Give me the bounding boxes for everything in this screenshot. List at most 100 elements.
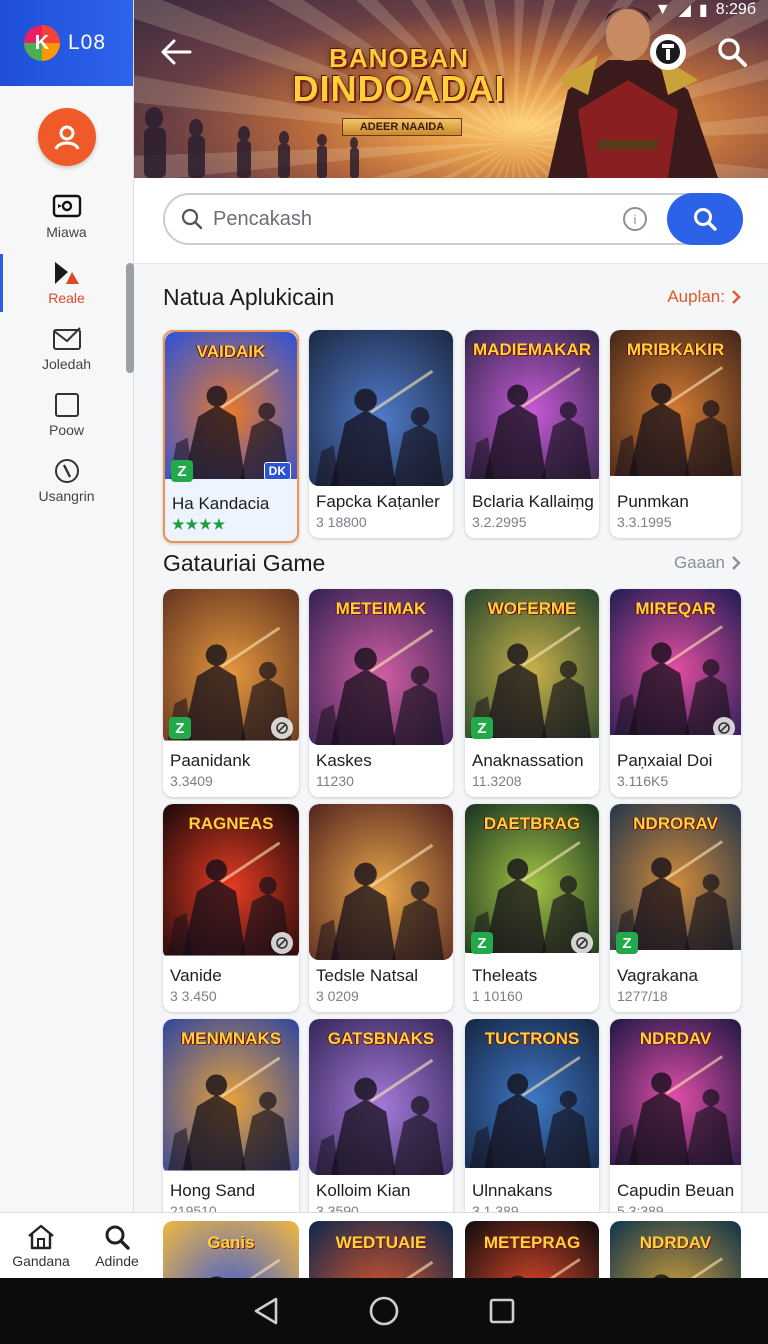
- app-card-thumbnail: [309, 330, 453, 486]
- app-card-thumbnail: RAGNEAS: [163, 804, 299, 960]
- search-icon: [694, 208, 717, 231]
- app-card[interactable]: WOFERME Z Anaknassation 11.3208: [465, 589, 599, 797]
- header-search-button[interactable]: [714, 34, 750, 70]
- app-card-downloads: 1 10160: [472, 988, 523, 1004]
- banner-title-line2: DINDOADAI: [292, 68, 506, 109]
- app-card-thumbnail: [309, 804, 453, 960]
- app-card[interactable]: NDRDAV Capudin Beuan 5.3:389: [610, 1019, 741, 1212]
- app-card-name: Tedsle Natsal: [316, 966, 419, 985]
- sidebar-scrollbar[interactable]: [126, 263, 134, 373]
- info-icon: [656, 40, 680, 64]
- see-all-link[interactable]: Auplan:: [667, 287, 741, 307]
- app-card-art-title: MENMNAKS: [180, 1029, 282, 1048]
- app-card[interactable]: RAGNEAS Vanide 3 3.450: [163, 804, 299, 1012]
- z-badge-icon: Z: [169, 717, 191, 739]
- peek-card[interactable]: Ganis: [163, 1221, 299, 1279]
- system-navigation-bar: [0, 1278, 768, 1344]
- tab-home[interactable]: Gandana: [4, 1223, 78, 1269]
- corner-badge-icon: [271, 717, 293, 739]
- app-card-name: Bclaria Kallaiṃg: [472, 492, 594, 511]
- game-art-illustration: [309, 330, 453, 486]
- app-card-downloads: 11.3208: [472, 773, 522, 789]
- sidebar-item-label: Usangrin: [38, 488, 95, 504]
- app-card-name: Vagrakana: [617, 966, 698, 985]
- app-card-thumbnail: NDRORAV Z: [610, 804, 741, 960]
- tab-label: Gandana: [12, 1253, 70, 1269]
- app-card-thumbnail: MENMNAKS: [163, 1019, 299, 1175]
- app-card-name: Anaknassation: [472, 751, 584, 770]
- see-all-link[interactable]: Gaaan: [674, 553, 741, 573]
- search-icon: [181, 208, 203, 230]
- brand-logo: K: [24, 25, 60, 61]
- sidebar-item-label: Miawa: [46, 224, 87, 240]
- sidebar-item-joledah[interactable]: Joledah: [0, 316, 133, 382]
- app-card[interactable]: MRIBKAKIR Punmkan 3.3.1995: [610, 330, 741, 538]
- battery-icon: ▮: [698, 2, 708, 19]
- app-card[interactable]: NDRORAV Z Vagrakana 1277/18: [610, 804, 741, 1012]
- info-icon[interactable]: i: [623, 207, 647, 231]
- app-card-downloads: 3.3590: [316, 1203, 359, 1212]
- peek-card[interactable]: NDRDAV: [610, 1221, 741, 1279]
- app-card-thumbnail: MADIEMAKAR: [465, 330, 599, 486]
- status-bar: ▼ ◢ ▮ 8:29б: [655, 0, 756, 20]
- app-card-art-title: GATSBNAKS: [327, 1029, 435, 1048]
- app-card-name: Ulnnakans: [472, 1181, 553, 1200]
- tab-search[interactable]: Adinde: [80, 1223, 154, 1269]
- app-card-name: Punmkan: [617, 492, 689, 511]
- app-card-thumbnail: WOFERME Z: [465, 589, 599, 745]
- app-card[interactable]: GATSBNAKS Kolloim Kian 3.3590: [309, 1019, 453, 1212]
- sidebar-item-miawa[interactable]: Miawa: [0, 184, 133, 250]
- bottom-tab-bar: Gandana Adinde Ganis WEDTUAIE METEPRAG NDRD…: [0, 1212, 768, 1279]
- app-card[interactable]: Z Paanidank 3.3409: [163, 589, 299, 797]
- search-field[interactable]: i: [163, 193, 743, 245]
- app-card[interactable]: Fapcka Kaṭanler 3 18800: [309, 330, 453, 538]
- search-submit-button[interactable]: [667, 193, 743, 245]
- app-card-downloads: 3.116K5: [617, 773, 669, 789]
- recents-square-icon[interactable]: [488, 1297, 516, 1325]
- peek-card[interactable]: WEDTUAIE: [309, 1221, 453, 1279]
- app-card-downloads: 3 3.450: [170, 988, 217, 1004]
- section-title: Natua Aplukicain: [163, 283, 335, 310]
- mail-icon: [52, 326, 82, 352]
- app-card[interactable]: METEIMAK Kaskes 11230: [309, 589, 453, 797]
- app-card-art-title: NDRDAV: [639, 1029, 712, 1048]
- profile-avatar[interactable]: [37, 108, 96, 166]
- sidebar-item-reale[interactable]: Reale: [0, 250, 133, 316]
- see-all-label: Auplan:: [667, 287, 725, 306]
- app-card[interactable]: MENMNAKS Hong Sand 219510: [163, 1019, 299, 1212]
- app-card-name: Ha Kandacia: [172, 494, 270, 513]
- app-card-art-title: VAIDAIK: [196, 342, 266, 361]
- banner-subtitle: ADEER NAAIDA: [342, 118, 462, 136]
- app-card[interactable]: VAIDAIK Z DK Ha Kandacia ★★★★: [163, 330, 299, 543]
- app-card[interactable]: DAETBRAG Z Theleats 1 10160: [465, 804, 599, 1012]
- section-header-apps: Natua Aplukicain Auplan:: [163, 282, 741, 312]
- peek-card-title: Ganis: [207, 1233, 255, 1252]
- app-card-thumbnail: GATSBNAKS: [309, 1019, 453, 1175]
- search-input[interactable]: [213, 207, 623, 231]
- sidebar-item-poow[interactable]: Poow: [0, 382, 133, 448]
- wifi-icon: ▼: [654, 1, 671, 18]
- app-card[interactable]: MADIEMAKAR Bclaria Kallaiṃg 3.2.2995: [465, 330, 599, 538]
- corner-badge-icon: [271, 932, 293, 954]
- app-card[interactable]: MIREQAR Paṇxaial Doi 3.116K5: [610, 589, 741, 797]
- banner-title: BANOBAN DINDOADAI: [284, 44, 514, 109]
- chevron-right-icon: [732, 290, 741, 304]
- info-button[interactable]: [650, 34, 686, 70]
- sidebar-item-usangrin[interactable]: Usangrin: [0, 448, 133, 514]
- peek-card-title: WEDTUAIE: [335, 1233, 427, 1252]
- app-card-downloads: 3.1.389: [472, 1203, 519, 1212]
- sidebar-item-label: Joledah: [41, 356, 92, 372]
- back-button[interactable]: [158, 34, 194, 70]
- back-triangle-icon[interactable]: [252, 1296, 280, 1326]
- home-circle-icon[interactable]: [368, 1295, 400, 1327]
- app-card-name: Vanide: [170, 966, 222, 985]
- tv-icon: [52, 194, 82, 220]
- app-card[interactable]: TUCTRONS Ulnnakans 3.1.389: [465, 1019, 599, 1212]
- app-card[interactable]: Tedsle Natsal 3 0209: [309, 804, 453, 1012]
- app-card-name: Kaskes: [316, 751, 372, 770]
- peek-card[interactable]: METEPRAG: [465, 1221, 599, 1279]
- app-card-art-title: MRIBKAKIR: [626, 340, 725, 359]
- corner-badge-icon: [571, 932, 593, 954]
- app-root: K L08 Miawa Reale Joledah Poow Usangrin …: [0, 0, 768, 1344]
- brand-header[interactable]: K L08: [0, 0, 133, 86]
